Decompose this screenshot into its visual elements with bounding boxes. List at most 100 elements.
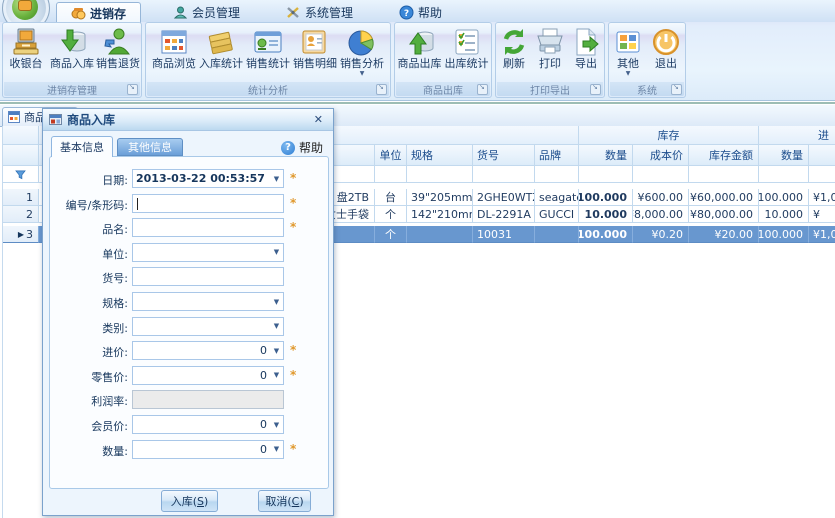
ribbon-button-goods-browse[interactable]: 商品浏览 — [151, 24, 198, 70]
cell-unit[interactable]: 个 — [375, 226, 407, 243]
purchase-price-input[interactable] — [133, 343, 270, 358]
field-input-quantity[interactable]: ▼ — [132, 440, 284, 459]
grid-column-header-3[interactable]: 规格 — [407, 145, 473, 166]
grid-filter-cell[interactable] — [579, 166, 633, 183]
chevron-down-icon[interactable]: ▼ — [270, 322, 283, 330]
cell-spec[interactable]: 142"210mm — [407, 206, 473, 223]
cell-spec[interactable]: 39"205mm — [407, 189, 473, 206]
cell-price2[interactable]: ¥1,0 — [809, 226, 835, 243]
profit-rate-input[interactable] — [133, 392, 283, 407]
category-input[interactable] — [133, 319, 270, 334]
retail-price-input[interactable] — [133, 368, 270, 383]
sku-input[interactable] — [133, 269, 283, 284]
dialog-titlebar[interactable]: 商品入库 ✕ — [43, 109, 333, 131]
cell-qty[interactable]: 100.000 — [579, 189, 633, 206]
field-input-purchase-price[interactable]: ▼ — [132, 341, 284, 360]
cell-cost[interactable]: ¥600.00 — [633, 189, 689, 206]
cell-brand[interactable]: seagate — [535, 189, 579, 206]
member-price-input[interactable] — [133, 417, 270, 432]
grid-filter-cell[interactable] — [689, 166, 759, 183]
cell-sku[interactable]: DL-2291A — [473, 206, 535, 223]
group-dialog-launcher-icon[interactable] — [590, 84, 601, 95]
ribbon-button-goods-stock-out[interactable]: 商品出库 — [396, 24, 443, 70]
field-input-unit[interactable]: ▼ — [132, 243, 284, 262]
grid-filter-cell[interactable] — [407, 166, 473, 183]
field-input-code-barcode[interactable] — [132, 194, 284, 213]
field-input-sku[interactable] — [132, 267, 284, 286]
field-input-member-price[interactable]: ▼ — [132, 415, 284, 434]
cell-price2[interactable]: ¥1,0 — [809, 189, 835, 206]
date-input[interactable] — [133, 171, 270, 186]
ribbon-button-refresh[interactable]: 刷新 — [496, 24, 532, 70]
unit-input[interactable] — [133, 245, 270, 260]
chevron-down-icon[interactable]: ▼ — [270, 421, 283, 429]
group-dialog-launcher-icon[interactable] — [127, 84, 138, 95]
grid-column-header-9[interactable]: 数量 — [759, 145, 809, 166]
cell-unit[interactable]: 台 — [375, 189, 407, 206]
cell-amount[interactable]: ¥60,000.00 — [689, 189, 759, 206]
cell-cost[interactable]: ¥8,000.00 — [633, 206, 689, 223]
chevron-down-icon[interactable]: ▼ — [270, 175, 283, 183]
group-dialog-launcher-icon[interactable] — [376, 84, 387, 95]
field-input-spec[interactable]: ▼ — [132, 292, 284, 311]
row-indicator[interactable]: 1 — [3, 189, 39, 206]
grid-column-header-6[interactable]: 数量 — [579, 145, 633, 166]
field-input-profit-rate[interactable] — [132, 390, 284, 409]
field-input-retail-price[interactable]: ▼ — [132, 366, 284, 385]
grid-column-header-4[interactable]: 货号 — [473, 145, 535, 166]
cell-amount[interactable]: ¥80,000.00 — [689, 206, 759, 223]
ribbon-button-stock-out-stats[interactable]: 出库统计 — [443, 24, 490, 70]
dialog-help-link[interactable]: ? 帮助 — [281, 139, 323, 156]
ribbon-tab-member-management[interactable]: 会员管理 — [159, 2, 254, 22]
ribbon-button-goods-stock-in[interactable]: 商品入库 — [49, 24, 95, 70]
ribbon-button-export[interactable]: 导出 — [568, 24, 604, 70]
chevron-down-icon[interactable]: ▼ — [270, 248, 283, 256]
dialog-tab-other-info[interactable]: 其他信息 — [117, 138, 183, 156]
cell-qty[interactable]: 100.000 — [579, 226, 633, 243]
dialog-tab-basic-info[interactable]: 基本信息 — [51, 136, 113, 157]
field-input-category[interactable]: ▼ — [132, 317, 284, 336]
filter-funnel-icon[interactable] — [3, 166, 39, 183]
field-input-product-name[interactable] — [132, 218, 284, 237]
chevron-down-icon[interactable]: ▼ — [270, 347, 283, 355]
cell-sku[interactable]: 10031 — [473, 226, 535, 243]
grid-column-header-10[interactable] — [809, 145, 835, 166]
ribbon-button-print[interactable]: 打印 — [532, 24, 568, 70]
product-name-input[interactable] — [133, 220, 283, 235]
cell-qty[interactable]: 10.000 — [579, 206, 633, 223]
ribbon-button-sales-analysis[interactable]: 销售分析▼ — [339, 24, 386, 77]
grid-filter-cell[interactable] — [633, 166, 689, 183]
cell-cost[interactable]: ¥0.20 — [633, 226, 689, 243]
cell-qty2[interactable]: 100.000 — [759, 189, 809, 206]
grid-group-stock[interactable]: 库存 — [579, 126, 759, 145]
grid-column-header-5[interactable]: 品牌 — [535, 145, 579, 166]
cell-brand[interactable]: GUCCI — [535, 206, 579, 223]
cell-brand[interactable] — [535, 226, 579, 243]
stock-in-button[interactable]: 入库(S) — [161, 490, 218, 512]
cell-unit[interactable]: 个 — [375, 206, 407, 223]
cell-qty2[interactable]: 100.000 — [759, 226, 809, 243]
ribbon-button-exit[interactable]: 退出 — [647, 24, 685, 70]
field-input-date[interactable]: ▼ — [132, 169, 284, 188]
ribbon-tab-system-management[interactable]: 系统管理 — [272, 2, 367, 22]
cancel-button[interactable]: 取消(C) — [258, 490, 311, 512]
cell-sku[interactable]: 2GHE0WTZ — [473, 189, 535, 206]
cell-price2[interactable]: ¥ — [809, 206, 835, 223]
group-dialog-launcher-icon[interactable] — [671, 84, 682, 95]
grid-filter-cell[interactable] — [759, 166, 809, 183]
grid-column-header-8[interactable]: 库存金额 — [689, 145, 759, 166]
ribbon-button-cashier[interactable]: 收银台 — [3, 24, 49, 70]
grid-group-purchase[interactable]: 进 — [759, 126, 835, 145]
grid-filter-cell[interactable] — [535, 166, 579, 183]
chevron-down-icon[interactable]: ▼ — [270, 371, 283, 379]
grid-filter-cell[interactable] — [809, 166, 835, 183]
cell-qty2[interactable]: 10.000 — [759, 206, 809, 223]
ribbon-button-stock-in-stats[interactable]: 入库统计 — [198, 24, 245, 70]
dialog-close-icon[interactable]: ✕ — [310, 113, 327, 126]
ribbon-button-other[interactable]: 其他▼ — [609, 24, 647, 77]
grid-filter-cell[interactable] — [375, 166, 407, 183]
chevron-down-icon[interactable]: ▼ — [270, 298, 283, 306]
row-indicator[interactable]: 2 — [3, 206, 39, 223]
grid-column-header-2[interactable]: 单位 — [375, 145, 407, 166]
grid-filter-cell[interactable] — [473, 166, 535, 183]
